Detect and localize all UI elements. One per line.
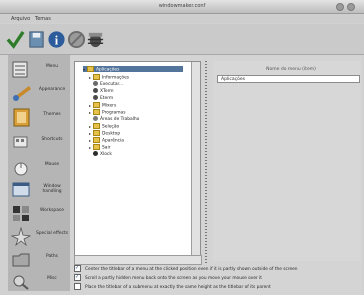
info-icon[interactable]: i xyxy=(47,30,66,49)
category-sidebar: Menu Appearance Themes Shortcuts Mouse W… xyxy=(8,55,70,291)
tree-item[interactable]: Áreas de Trabalho xyxy=(89,116,139,122)
sidebar-item-workspace[interactable]: Workspace xyxy=(8,201,70,226)
menu-name-field[interactable]: Aplicações xyxy=(217,75,360,83)
sidebar-item-label: Workspace xyxy=(40,208,64,213)
sidebar-item-themes[interactable]: Themes xyxy=(8,105,70,130)
tree-item[interactable]: ▸ Mixers xyxy=(89,102,116,109)
sidebar-item-appearance[interactable]: Appearance xyxy=(8,80,70,105)
minimize-button[interactable] xyxy=(336,3,344,11)
option-scroll-hidden-menu[interactable]: Scroll a partly hidden menu back onto th… xyxy=(74,273,364,282)
folder-icon xyxy=(93,144,100,150)
bug-icon[interactable] xyxy=(86,30,105,49)
run-icon xyxy=(93,81,98,86)
save-icon[interactable] xyxy=(27,30,46,49)
checkbox-unchecked[interactable] xyxy=(74,283,81,290)
terminal-icon xyxy=(93,95,98,100)
tree-item[interactable]: Xlock xyxy=(89,151,112,157)
workspace-icon xyxy=(13,206,29,221)
tree-item[interactable]: ▸ Informações xyxy=(89,74,129,81)
tree-item[interactable]: ▸ Seleção xyxy=(89,123,119,130)
folder-icon xyxy=(93,109,100,115)
menu-tree[interactable]: ▾ Aplicações ▸ Informações Executar... XTe… xyxy=(74,61,201,256)
sidebar-item-window-handling[interactable]: Window handling xyxy=(8,177,70,202)
tree-horizontal-scrollbar[interactable] xyxy=(74,255,202,265)
option-center-titlebar[interactable]: Center the titlebar of a menu at the cli… xyxy=(74,264,364,273)
pane-splitter[interactable] xyxy=(203,61,209,264)
menu-bar: Arquivo Temas xyxy=(0,14,364,23)
close-button[interactable] xyxy=(347,3,355,11)
sidebar-item-label: Shortcuts xyxy=(41,137,63,142)
block-icon[interactable] xyxy=(67,30,86,49)
mouse-icon xyxy=(14,162,28,176)
sidebar-item-label: Misc xyxy=(47,276,57,281)
appearance-icon xyxy=(13,86,31,101)
option-submenu-titlebar-height[interactable]: Place the titlebar of a submenu at exact… xyxy=(74,283,364,291)
tree-item[interactable]: Eterm xyxy=(89,95,113,101)
window-title: windowmaker.conf xyxy=(158,3,206,9)
tree-item[interactable]: ▸ Desktop xyxy=(89,130,120,137)
sidebar-item-shortcuts[interactable]: Shortcuts xyxy=(8,130,70,155)
menu-temas[interactable]: Temas xyxy=(35,16,51,22)
tree-item[interactable]: ▸ Aparência xyxy=(89,137,124,144)
sidebar-item-menu[interactable]: Menu xyxy=(8,57,70,82)
svg-text:i: i xyxy=(55,33,59,47)
tree-item[interactable]: ▸ Programas xyxy=(89,109,126,116)
sidebar-item-label: Appearance xyxy=(38,87,66,92)
sidebar-item-label: Window handling xyxy=(42,184,62,194)
menu-arquivo[interactable]: Arquivo xyxy=(11,16,30,22)
sidebar-item-label: Menu xyxy=(45,64,59,69)
special-effects-icon xyxy=(11,227,32,246)
folder-icon xyxy=(93,123,100,129)
shortcuts-icon xyxy=(13,136,28,148)
paths-icon xyxy=(12,253,30,267)
menu-item-details: Nome do menu (item) Aplicações xyxy=(213,61,361,261)
tree-item[interactable]: Executar... xyxy=(89,81,123,87)
checkbox-checked[interactable] xyxy=(74,273,81,281)
tree-item[interactable]: ▸ Sair xyxy=(89,144,111,151)
folder-icon xyxy=(93,74,100,80)
terminal-icon xyxy=(93,88,98,93)
folder-icon xyxy=(93,102,100,108)
misc-icon xyxy=(13,275,29,290)
toolbar: i xyxy=(0,24,364,55)
themes-icon xyxy=(13,108,30,127)
details-header: Nome do menu (item) xyxy=(266,67,316,72)
tree-vertical-scrollbar[interactable] xyxy=(191,62,200,255)
window-handling-icon xyxy=(12,182,30,197)
folder-icon xyxy=(87,66,94,72)
checkmark-icon[interactable] xyxy=(6,30,25,49)
app-window: windowmaker.conf Arquivo Temas i Menu Ap… xyxy=(0,0,364,295)
workspaces-icon xyxy=(93,116,98,121)
sidebar-item-label: Special effects xyxy=(35,231,69,236)
checkbox-checked[interactable] xyxy=(74,264,81,272)
tree-root[interactable]: ▾ Aplicações xyxy=(83,66,183,73)
title-bar[interactable]: windowmaker.conf xyxy=(0,0,364,14)
sidebar-item-special-effects[interactable]: Special effects xyxy=(8,224,70,249)
sidebar-item-misc[interactable]: Misc xyxy=(8,269,70,294)
lock-icon xyxy=(93,151,98,156)
sidebar-item-label: Paths xyxy=(46,254,58,259)
sidebar-item-label: Themes xyxy=(43,112,61,117)
menu-icon xyxy=(12,61,28,78)
tree-item[interactable]: XTerm xyxy=(89,88,114,94)
main-panel: ▾ Aplicações ▸ Informações Executar... XTe… xyxy=(70,55,362,295)
sidebar-item-label: Mouse xyxy=(44,162,60,167)
folder-icon xyxy=(93,130,100,136)
folder-icon xyxy=(93,137,100,143)
